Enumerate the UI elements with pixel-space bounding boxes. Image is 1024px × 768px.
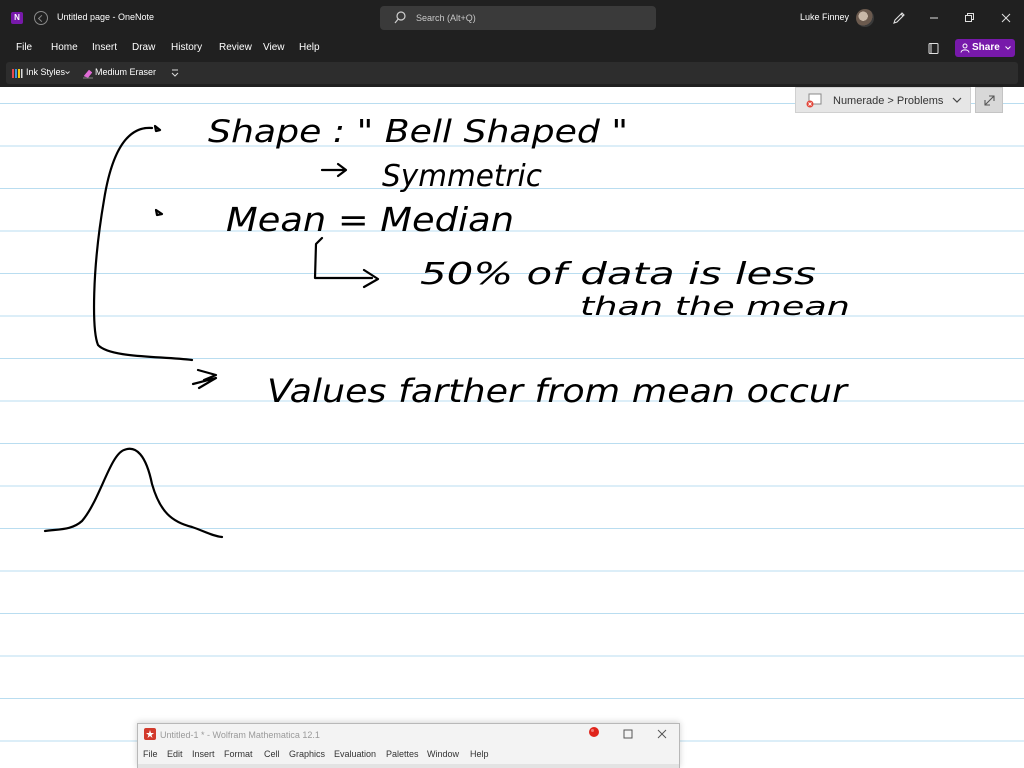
tab-file[interactable]: File	[16, 42, 32, 53]
mma-menu-graphics[interactable]: Graphics	[289, 749, 325, 759]
ink-arrowhead-values	[191, 368, 218, 390]
share-label: Share	[972, 42, 1000, 53]
mathematica-window[interactable]: Untitled-1 * - Wolfram Mathematica 12.1 …	[137, 723, 680, 768]
ink-text-mean-median: Mean = Median	[226, 200, 514, 239]
window-title: Untitled page - OneNote	[57, 12, 155, 22]
chevron-down-icon	[952, 97, 962, 103]
mathematica-logo-icon	[144, 728, 156, 740]
handwritten-ink-layer: Shape : " Bell Shaped " Symmetric Mean =…	[43, 114, 850, 539]
ink-text-than-mean: than the mean	[580, 292, 850, 322]
share-button[interactable]: Share	[955, 39, 1015, 57]
ribbon-tabs: File Home Insert Draw History Review Vie…	[0, 36, 1024, 60]
mma-menu-evaluation[interactable]: Evaluation	[334, 749, 376, 759]
tab-review[interactable]: Review	[219, 42, 252, 53]
chevron-down-icon	[1005, 46, 1011, 50]
tab-view[interactable]: View	[263, 42, 285, 53]
mma-menu-file[interactable]: File	[143, 749, 158, 759]
ink-text-values-farther: Values farther from mean occur	[267, 372, 849, 410]
ink-bell-curve	[43, 447, 224, 539]
expand-diagonal-icon	[984, 95, 995, 106]
tab-draw[interactable]: Draw	[132, 42, 155, 53]
numerade-dropdown[interactable]: Numerade > Problems	[795, 87, 971, 113]
ink-bullet-1	[153, 124, 162, 133]
title-bar: N Untitled page - OneNote Search (Alt+Q)…	[0, 0, 1024, 36]
minimize-button[interactable]	[924, 8, 944, 28]
mma-menu-help[interactable]: Help	[470, 749, 489, 759]
mathematica-window-title: Untitled-1 * - Wolfram Mathematica 12.1	[160, 730, 320, 740]
ink-arrow-symmetric	[320, 162, 348, 178]
onenote-logo-icon: N	[11, 12, 23, 24]
numerade-app-icon	[806, 93, 822, 108]
pen-icon[interactable]	[891, 10, 907, 26]
back-button[interactable]	[34, 11, 48, 25]
ink-text-shape: Shape : " Bell Shaped "	[208, 114, 628, 150]
tab-home[interactable]: Home	[51, 42, 78, 53]
ink-styles-icon[interactable]	[11, 67, 23, 79]
ink-styles-button[interactable]: Ink Styles	[26, 67, 65, 77]
ink-bullet-2	[154, 208, 164, 217]
tab-help[interactable]: Help	[299, 42, 320, 53]
restore-button[interactable]	[959, 8, 979, 28]
mma-menu-palettes[interactable]: Palettes	[386, 749, 419, 759]
user-name[interactable]: Luke Finney	[800, 12, 849, 22]
chevron-down-icon[interactable]	[65, 70, 70, 75]
mma-menu-cell[interactable]: Cell	[264, 749, 280, 759]
ink-hook-arrow	[313, 236, 380, 289]
tab-insert[interactable]: Insert	[92, 42, 117, 53]
notebook-sync-icon[interactable]	[927, 42, 940, 55]
search-box[interactable]: Search (Alt+Q)	[380, 6, 656, 30]
numerade-label: Numerade > Problems	[833, 95, 944, 107]
expand-button[interactable]	[975, 87, 1003, 113]
share-person-icon	[960, 43, 970, 53]
record-icon[interactable]	[587, 725, 601, 739]
eraser-icon[interactable]	[82, 67, 94, 79]
mma-menu-format[interactable]: Format	[224, 749, 253, 759]
ink-bracket-arrow	[92, 126, 194, 362]
mathematica-close-button[interactable]	[656, 728, 668, 740]
ink-text-symmetric: Symmetric	[382, 159, 542, 194]
toolbar-overflow-icon[interactable]	[169, 67, 181, 79]
mma-menu-window[interactable]: Window	[427, 749, 459, 759]
ink-text-50-percent: 50% of data is less	[420, 257, 816, 292]
close-button[interactable]	[996, 8, 1016, 28]
draw-toolbar: Ink Styles Medium Eraser	[6, 62, 1018, 84]
mathematica-content-edge	[138, 764, 679, 768]
search-icon	[394, 11, 406, 24]
avatar[interactable]	[856, 9, 874, 27]
mathematica-maximize-button[interactable]	[622, 728, 634, 740]
medium-eraser-button[interactable]: Medium Eraser	[95, 67, 156, 77]
tab-history[interactable]: History	[171, 42, 202, 53]
mma-menu-insert[interactable]: Insert	[192, 749, 215, 759]
search-placeholder: Search (Alt+Q)	[416, 13, 476, 23]
mma-menu-edit[interactable]: Edit	[167, 749, 183, 759]
draw-toolbar-area: Ink Styles Medium Eraser	[0, 60, 1024, 87]
